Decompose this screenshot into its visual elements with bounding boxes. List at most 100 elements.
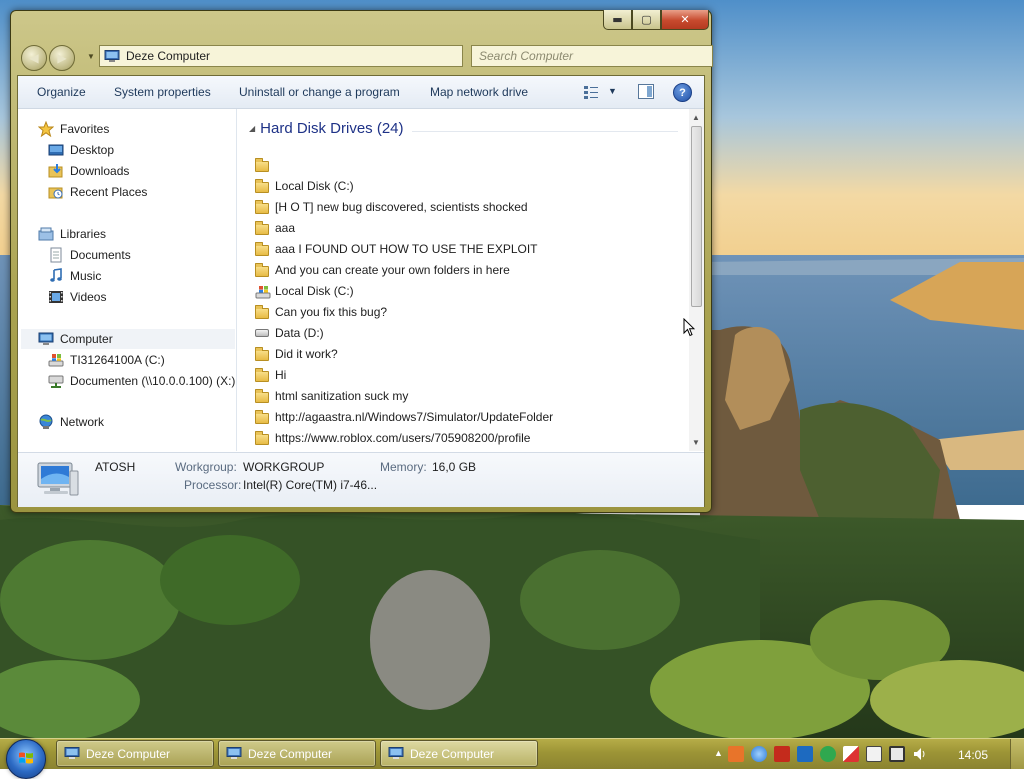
nav-documents-label: Documents	[70, 248, 131, 262]
maximize-button[interactable]: ▢	[632, 10, 661, 30]
back-button[interactable]: ◀	[21, 45, 47, 71]
folder-icon	[255, 367, 269, 382]
taskbar-button[interactable]: Deze Computer	[218, 740, 376, 767]
recent-pages-dropdown[interactable]: ▼	[87, 52, 95, 61]
file-list-item[interactable]: aaa I FOUND OUT HOW TO USE THE EXPLOIT	[255, 239, 538, 259]
nav-libraries[interactable]: Libraries	[38, 224, 106, 244]
file-list-item[interactable]: Did it work?	[255, 344, 338, 364]
pdf-icon[interactable]	[774, 746, 790, 762]
file-list-item[interactable]: And you can create your own folders in h…	[255, 260, 510, 280]
minimize-button[interactable]: ▬	[603, 10, 632, 30]
file-list-item-label: Did it work?	[275, 347, 338, 361]
forward-button[interactable]: ▶	[49, 45, 75, 71]
file-list-item[interactable]: https://www.roblox.com/users/705908200/p…	[255, 428, 530, 448]
navigation-bar: ◀ ▶ ▼ Deze Computer	[21, 44, 713, 71]
nav-network-label: Network	[60, 415, 105, 429]
group-divider	[412, 131, 678, 132]
flag-alert-icon[interactable]	[843, 746, 859, 762]
file-list-pane: ◢ Hard Disk Drives (24) Local Disk (C:) […	[237, 109, 689, 451]
windows-logo-icon	[19, 752, 33, 764]
outlook-icon[interactable]	[797, 746, 813, 762]
file-list-item-label: http://agaastra.nl/Windows7/Simulator/Up…	[275, 410, 554, 424]
scroll-up-arrow-icon[interactable]: ▲	[692, 113, 700, 122]
view-options-dropdown[interactable]: ▼	[608, 86, 617, 96]
map-network-drive-button[interactable]: Map network drive	[430, 85, 528, 99]
display-icon[interactable]	[889, 746, 905, 762]
nav-desktop-label: Desktop	[70, 143, 115, 157]
libraries-icon	[38, 226, 54, 242]
file-list-item[interactable]: html sanitization suck my	[255, 386, 408, 406]
forward-arrow-icon: ▶	[57, 51, 67, 65]
taskbar: Deze Computer Deze Computer Deze Computer …	[0, 738, 1024, 779]
nav-favorites[interactable]: Favorites	[37, 119, 109, 139]
address-bar[interactable]: Deze Computer	[99, 45, 463, 67]
file-list-item-label: And you can create your own folders in h…	[275, 263, 510, 277]
file-list-item[interactable]: Local Disk (C:)	[255, 176, 354, 196]
windows-drive-icon	[48, 352, 64, 368]
taskbar-button[interactable]: Deze Computer	[56, 740, 214, 767]
change-view-icon[interactable]	[584, 85, 599, 99]
network-globe-icon[interactable]	[751, 746, 767, 762]
caption-buttons: ▬ ▢ ✕	[603, 10, 709, 30]
computer-icon	[226, 747, 242, 759]
start-button[interactable]	[6, 739, 46, 779]
file-list-item-label: html sanitization suck my	[275, 389, 409, 403]
file-list-item-label: https://www.roblox.com/users/705908200/p…	[275, 431, 531, 445]
show-desktop-button[interactable]	[1010, 739, 1024, 769]
folder-icon	[255, 430, 269, 445]
file-list-item[interactable]	[255, 155, 275, 175]
downloads-icon	[48, 163, 64, 179]
nav-downloads[interactable]: Downloads	[48, 161, 129, 181]
clock[interactable]: 14:05	[958, 748, 988, 762]
file-list-item[interactable]: Local Disk (C:)	[255, 281, 354, 301]
java-icon[interactable]	[728, 746, 744, 762]
file-list-item[interactable]: Hi	[255, 365, 286, 385]
nav-drive-x[interactable]: Documenten (\\10.0.0.100) (X:)	[48, 371, 235, 391]
group-header[interactable]: ◢ Hard Disk Drives (24)	[249, 120, 404, 137]
volume-icon[interactable]	[912, 746, 928, 762]
folder-icon	[255, 388, 269, 403]
nav-drive-c[interactable]: TI31264100A (C:)	[48, 350, 165, 370]
content-area: Organize System properties Uninstall or …	[17, 75, 705, 507]
command-bar: Organize System properties Uninstall or …	[18, 76, 704, 109]
uninstall-program-button[interactable]: Uninstall or change a program	[239, 85, 400, 99]
system-properties-button[interactable]: System properties	[114, 85, 211, 99]
file-list-item[interactable]: [H O T] new bug discovered, scientists s…	[255, 197, 528, 217]
computer-large-icon	[37, 462, 79, 496]
nav-downloads-label: Downloads	[70, 164, 130, 178]
nav-music[interactable]: Music	[48, 266, 101, 286]
show-hidden-icons-button[interactable]: ▲	[714, 748, 723, 758]
file-list-item[interactable]: aaa	[255, 218, 295, 238]
clipboard-icon[interactable]	[866, 746, 882, 762]
file-list-item[interactable]: http://agaastra.nl/Windows7/Simulator/Up…	[255, 407, 553, 427]
vertical-scrollbar[interactable]: ▲ ▼	[689, 109, 704, 451]
help-icon[interactable]: ?	[673, 83, 692, 102]
desktop-icon	[48, 142, 64, 158]
close-button[interactable]: ✕	[661, 10, 709, 30]
scroll-down-arrow-icon[interactable]: ▼	[692, 438, 700, 447]
nav-videos[interactable]: Videos	[48, 287, 106, 307]
nav-desktop[interactable]: Desktop	[48, 140, 114, 160]
music-icon	[48, 268, 64, 284]
nav-computer[interactable]: Computer	[21, 329, 235, 349]
memory-label: Memory:	[380, 460, 427, 474]
computer-icon	[38, 331, 54, 347]
file-list-item-label: aaa	[275, 221, 296, 235]
security-check-icon[interactable]	[820, 746, 836, 762]
file-list-item[interactable]: Can you fix this bug?	[255, 302, 387, 322]
nav-network[interactable]: Network	[38, 412, 104, 432]
processor-value: Intel(R) Core(TM) i7-46...	[243, 478, 378, 492]
search-input[interactable]	[471, 45, 713, 67]
organize-button[interactable]: Organize	[37, 85, 86, 99]
processor-label: Processor:	[184, 478, 242, 492]
nav-recent-places[interactable]: Recent Places	[48, 182, 147, 202]
preview-pane-icon[interactable]	[638, 84, 654, 99]
folder-icon	[255, 241, 269, 256]
nav-documents[interactable]: Documents	[48, 245, 131, 265]
taskbar-button[interactable]: Deze Computer	[380, 740, 538, 767]
nav-videos-label: Videos	[70, 290, 107, 304]
nav-libraries-label: Libraries	[60, 227, 107, 241]
scrollbar-thumb[interactable]	[691, 126, 702, 307]
file-list-item-label: Data (D:)	[275, 326, 324, 340]
file-list-item[interactable]: Data (D:)	[255, 323, 324, 343]
